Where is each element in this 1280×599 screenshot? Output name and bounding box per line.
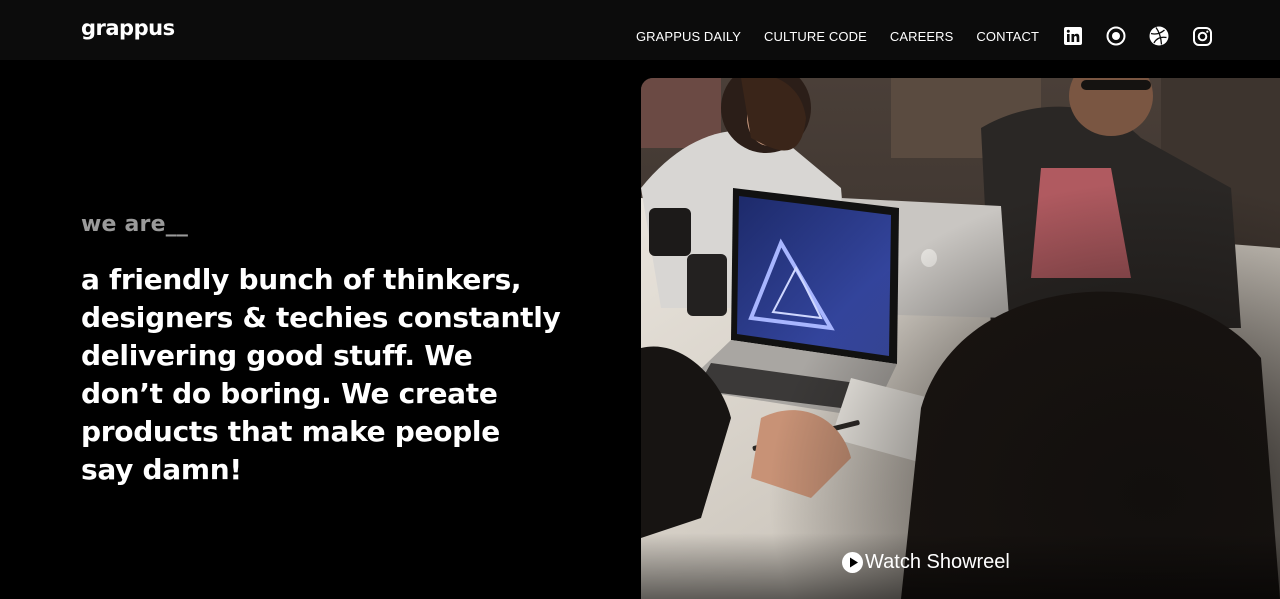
social-links <box>1062 25 1213 47</box>
instagram-icon[interactable] <box>1191 25 1213 47</box>
top-navigation-bar: grappus GRAPPUS DAILY CULTURE CODE CAREE… <box>0 0 1280 60</box>
office-team-photo <box>641 78 1280 599</box>
showreel-label: Watch Showreel <box>865 550 1010 573</box>
watch-showreel-button[interactable]: Watch Showreel <box>842 550 1010 574</box>
nav-link-contact[interactable]: CONTACT <box>976 29 1039 44</box>
nav-link-culture-code[interactable]: CULTURE CODE <box>764 29 867 44</box>
showreel-video[interactable]: Watch Showreel <box>641 78 1280 599</box>
dribbble-icon[interactable] <box>1148 25 1170 47</box>
medium-icon[interactable] <box>1105 25 1127 47</box>
hero-headline: a friendly bunch of thinkers, designers … <box>81 263 561 486</box>
nav-link-careers[interactable]: CAREERS <box>890 29 954 44</box>
linkedin-icon[interactable] <box>1062 25 1084 47</box>
logo[interactable]: grappus <box>81 16 175 40</box>
hero-intro-section: we are__ a friendly bunch of thinkers, d… <box>81 212 561 489</box>
play-icon <box>842 551 863 573</box>
nav-link-grappus-daily[interactable]: GRAPPUS DAILY <box>636 29 741 44</box>
hero-intro-label: we are__ <box>81 212 189 237</box>
main-nav: GRAPPUS DAILY CULTURE CODE CAREERS CONTA… <box>636 22 1213 50</box>
